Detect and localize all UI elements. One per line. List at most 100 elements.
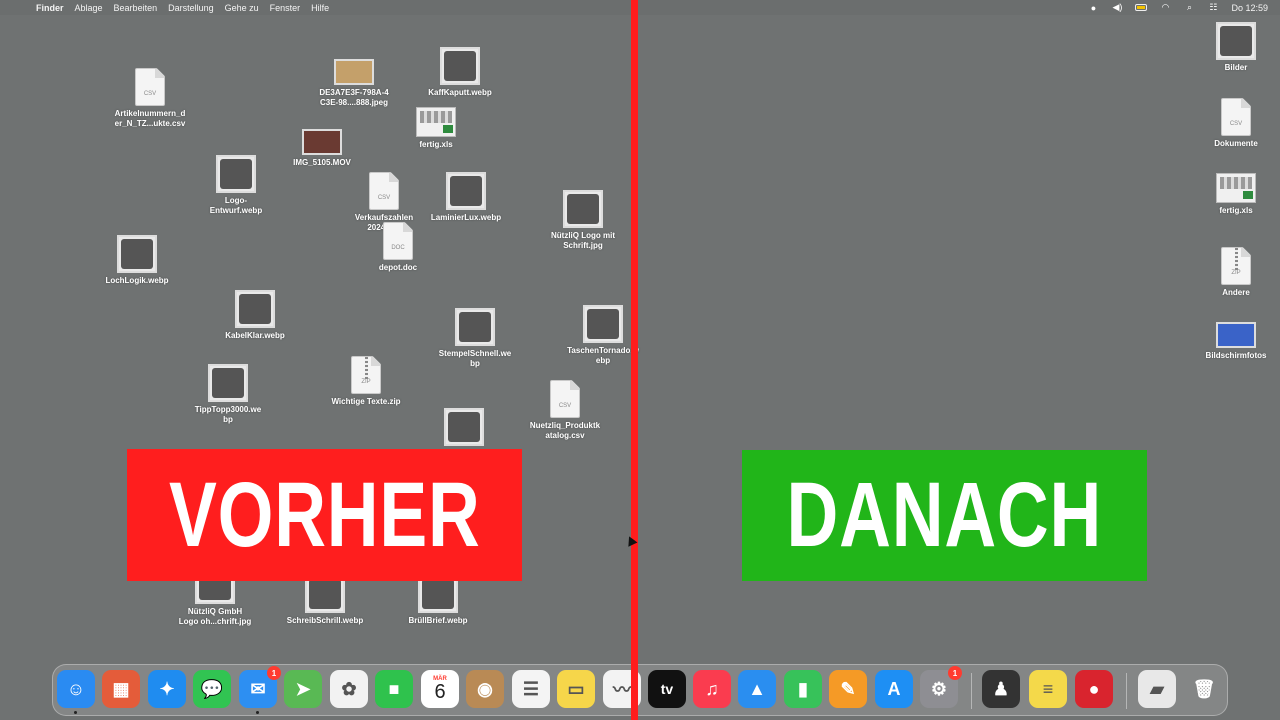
banner-after-text: DANACH xyxy=(786,464,1103,566)
notes-icon: ▭ xyxy=(567,678,585,699)
stickies-icon: ≡ xyxy=(1042,678,1054,699)
dock-safari[interactable]: ✦ xyxy=(148,670,186,708)
desktop-file-item[interactable]: LaminierLux.webp xyxy=(418,172,514,223)
desktop-file-label: Bilder xyxy=(1224,63,1248,72)
keynote-icon: ▲ xyxy=(748,678,766,699)
reminders-icon: ☰ xyxy=(522,678,540,699)
zip-file-icon: ZIP xyxy=(351,356,381,394)
csv-file-icon: CSV xyxy=(135,68,165,106)
dock-messages[interactable]: 💬 xyxy=(193,670,231,708)
dock-stickies[interactable]: ≡ xyxy=(1029,670,1067,708)
word-file-icon: DOC xyxy=(383,222,413,260)
calendar-day: 6 xyxy=(434,681,446,703)
desktop-file-item[interactable]: TippTopp3000.we bp xyxy=(180,364,276,425)
stack-screenshots-icon xyxy=(1216,322,1256,348)
desktop-file-item[interactable]: fertig.xls xyxy=(388,107,484,150)
running-indicator xyxy=(256,711,259,714)
stack-other-icon: ZIP xyxy=(1221,247,1251,285)
menu-darstellung[interactable]: Darstellung xyxy=(168,3,214,13)
apple-tv-icon: tv xyxy=(660,681,674,697)
video-file-icon xyxy=(302,129,342,155)
dock-tv[interactable]: tv xyxy=(648,670,686,708)
image-file-icon xyxy=(334,59,374,85)
dock-facetime[interactable]: ■ xyxy=(375,670,413,708)
desktop-file-item[interactable]: IMG_5105.MOV xyxy=(274,129,370,168)
menu-hilfe[interactable]: Hilfe xyxy=(311,3,329,13)
desktop-file-label: DE3A7E3F-798A-4 C3E-98....888.jpeg xyxy=(319,88,389,107)
desktop-file-item[interactable]: CSV Nuetzliq_Produktk atalog.csv xyxy=(517,380,613,441)
desktop-file-item[interactable]: fertig.xls xyxy=(1188,173,1280,216)
menu-finder[interactable]: Finder xyxy=(36,3,64,13)
menu-bar: Finder Ablage Bearbeiten Darstellung Geh… xyxy=(0,0,1280,15)
dock-pages[interactable]: ✎ xyxy=(829,670,867,708)
dock-settings[interactable]: ⚙ 1 xyxy=(920,666,962,708)
dock-photos[interactable]: ✿ xyxy=(330,670,368,708)
battery-icon[interactable] xyxy=(1135,3,1148,13)
desktop-file-item[interactable]: CSV Dokumente xyxy=(1188,98,1280,149)
banner-before: VORHER xyxy=(127,449,522,581)
dock-chess[interactable]: ♟ xyxy=(982,670,1020,708)
desktop-file-item[interactable]: DE3A7E3F-798A-4 C3E-98....888.jpeg xyxy=(306,59,402,108)
music-icon: ♫ xyxy=(705,678,719,699)
menu-gehe-zu[interactable]: Gehe zu xyxy=(225,3,259,13)
dock-contacts[interactable]: ◉ xyxy=(466,670,504,708)
dock-photobooth[interactable]: ● xyxy=(1075,670,1113,708)
menu-bearbeiten[interactable]: Bearbeiten xyxy=(114,3,158,13)
dock-calendar[interactable]: MÄR 6 xyxy=(421,670,459,708)
photo-booth-icon: ● xyxy=(1088,678,1100,699)
dock-separator xyxy=(1126,673,1127,709)
dock-downloads[interactable]: ▰ xyxy=(1138,670,1176,708)
spreadsheet-file-icon xyxy=(1216,173,1256,203)
menu-fenster[interactable]: Fenster xyxy=(270,3,301,13)
desktop-file-item[interactable]: CSV Artikelnummern_d er_N_TZ...ukte.csv xyxy=(102,68,198,129)
menu-clock[interactable]: Do 12:59 xyxy=(1231,3,1268,13)
dock-appstore[interactable]: A xyxy=(875,670,913,708)
desktop-file-item[interactable]: ZIP Andere xyxy=(1188,247,1280,298)
desktop-file-item[interactable] xyxy=(416,408,512,449)
wifi-icon[interactable]: ◠ xyxy=(1159,2,1171,13)
desktop-file-label: Bildschirmfotos xyxy=(1205,351,1267,360)
desktop-file-item[interactable]: KabelKlar.webp xyxy=(207,290,303,341)
laminator-image-icon xyxy=(446,172,486,210)
desktop-file-label: TippTopp3000.we bp xyxy=(194,405,262,424)
dock-maps[interactable]: ➤ xyxy=(284,670,322,708)
calculator-image-icon xyxy=(208,364,248,402)
desktop-file-item[interactable]: Logo- Entwurf.webp xyxy=(188,155,284,216)
dock-numbers[interactable]: ▮ xyxy=(784,670,822,708)
screen-recording-icon[interactable]: ● xyxy=(1087,3,1099,13)
desktop-file-item[interactable]: StempelSchnell.we bp xyxy=(427,308,523,369)
desktop-file-label: NützliQ GmbH Logo oh...chrift.jpg xyxy=(178,607,252,626)
dock-notes[interactable]: ▭ xyxy=(557,670,595,708)
stamp-image-icon xyxy=(455,308,495,346)
desktop-file-item[interactable]: LochLogik.webp xyxy=(89,235,185,286)
volume-icon[interactable]: ◀) xyxy=(1111,2,1123,13)
facetime-icon: ■ xyxy=(388,678,400,699)
desktop-file-item[interactable]: Bilder xyxy=(1188,22,1280,73)
desktop-file-item[interactable]: DOC depot.doc xyxy=(350,222,446,273)
search-icon[interactable]: ⌕ xyxy=(1183,2,1195,13)
desktop-file-item[interactable]: ZIP Wichtige Texte.zip xyxy=(318,356,414,407)
dock-mail[interactable]: ✉ 1 xyxy=(239,666,281,714)
desktop-file-item[interactable]: KaffKaputt.webp xyxy=(412,47,508,98)
desktop-file-item[interactable]: BrüllBrief.webp xyxy=(390,575,486,626)
trash-icon: 🗑 xyxy=(1192,678,1216,699)
banner-before-text: VORHER xyxy=(168,463,481,566)
dock-finder[interactable]: ☺ xyxy=(57,670,95,714)
desktop-file-item[interactable]: SchreibSchrill.webp xyxy=(277,575,373,626)
maps-icon: ➤ xyxy=(295,678,311,699)
finder-icon: ☺ xyxy=(66,678,86,699)
desktop-file-item[interactable]: Bildschirmfotos xyxy=(1188,322,1280,361)
logo-image-icon xyxy=(216,155,256,193)
desktop-file-label: TaschenTornado.w ebp xyxy=(567,346,639,365)
dock-music[interactable]: ♫ xyxy=(693,670,731,708)
vacuum-image-icon xyxy=(583,305,623,343)
control-center-icon[interactable]: ☷ xyxy=(1207,2,1219,13)
desktop-file-label: LochLogik.webp xyxy=(105,276,169,285)
dock-launchpad[interactable]: ▦ xyxy=(102,670,140,708)
dock-reminders[interactable]: ☰ xyxy=(512,670,550,708)
dock-keynote[interactable]: ▲ xyxy=(738,670,776,708)
desktop-file-item[interactable]: NützliQ Logo mit Schrift.jpg xyxy=(535,190,631,251)
dock-trash[interactable]: 🗑 xyxy=(1185,670,1223,708)
menu-ablage[interactable]: Ablage xyxy=(75,3,103,13)
app-store-icon: A xyxy=(887,678,901,699)
